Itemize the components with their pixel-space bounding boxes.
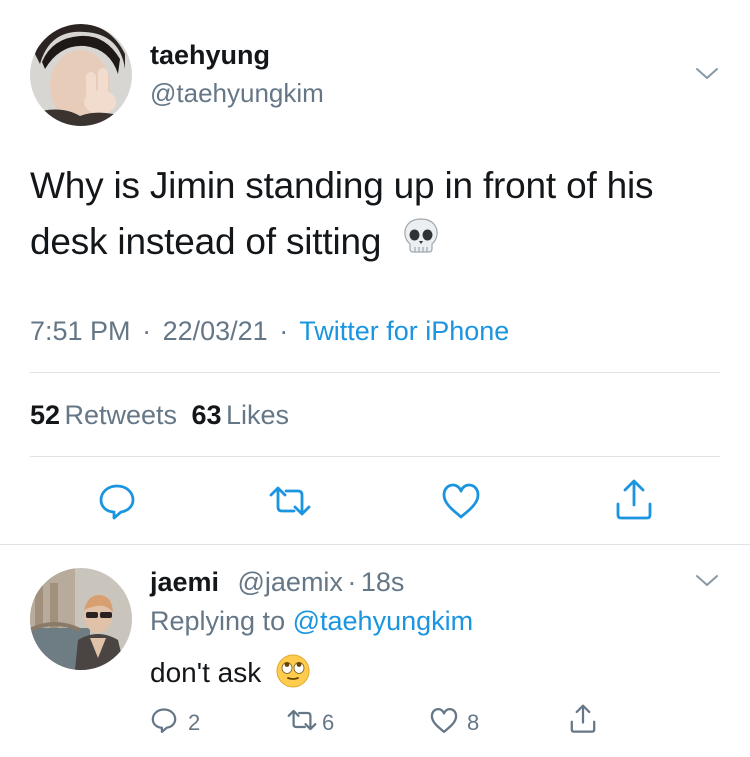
like-icon[interactable] xyxy=(441,482,481,520)
likes-stat[interactable]: 63 Likes xyxy=(192,400,290,430)
tweet-meta: 7:51 PM · 22/03/21 · Twitter for iPhone xyxy=(30,316,509,347)
tweet-text-line2: desk instead of sitting xyxy=(30,214,441,272)
author-name[interactable]: taehyung xyxy=(150,40,270,71)
tweet-menu-chevron-icon[interactable] xyxy=(695,67,719,86)
author-avatar[interactable] xyxy=(30,24,132,126)
share-icon[interactable] xyxy=(569,703,597,740)
divider xyxy=(30,456,720,457)
tweet-text-line1: Why is Jimin standing up in front of his xyxy=(30,165,654,206)
likes-count: 63 xyxy=(191,400,222,430)
retweet-icon xyxy=(286,706,318,739)
reply-menu-chevron-icon[interactable] xyxy=(695,574,719,593)
tweet-stats: 52 Retweets 63 Likes xyxy=(30,400,289,431)
reply-text-content: don't ask xyxy=(150,656,262,688)
reply-icon[interactable] xyxy=(97,481,137,521)
reply-like-action[interactable]: 8 xyxy=(429,707,479,739)
retweet-count: 6 xyxy=(322,709,335,735)
retweets-stat[interactable]: 52 Retweets xyxy=(30,400,182,430)
reply-header: jaemi @jaemix · 18s xyxy=(150,567,404,598)
replying-to-handle-link[interactable]: @taehyungkim xyxy=(293,606,474,636)
reply-reply-action[interactable]: 2 xyxy=(150,706,200,739)
reply-author-avatar[interactable] xyxy=(30,568,132,670)
likes-label: Likes xyxy=(226,400,290,430)
reply-icon xyxy=(150,706,178,739)
replying-prefix: Replying to xyxy=(150,606,286,636)
tweet-date: 22/03/21 xyxy=(162,316,268,346)
reply-text: don't ask xyxy=(150,653,311,696)
meta-separator: · xyxy=(279,316,289,346)
eye-roll-emoji-icon xyxy=(275,653,311,696)
meta-separator: · xyxy=(142,316,152,346)
share-icon[interactable] xyxy=(614,478,654,522)
retweet-icon[interactable] xyxy=(268,481,312,521)
tweet-time: 7:51 PM xyxy=(30,316,131,346)
retweets-count: 52 xyxy=(30,400,61,430)
retweets-label: Retweets xyxy=(64,400,178,430)
tweet-source-link[interactable]: Twitter for iPhone xyxy=(299,316,509,346)
divider xyxy=(30,372,720,373)
reply-separator: · xyxy=(347,567,357,597)
reply-author-handle[interactable]: @jaemix xyxy=(238,567,343,597)
reply-author-name[interactable]: jaemi xyxy=(150,567,219,597)
reply-count: 2 xyxy=(188,709,201,735)
reply-time: 18s xyxy=(360,567,405,597)
reply-retweet-action[interactable]: 6 xyxy=(286,706,334,739)
like-icon xyxy=(429,707,459,739)
author-handle[interactable]: @taehyungkim xyxy=(150,78,324,109)
skull-emoji-icon xyxy=(401,216,441,272)
replying-to-line: Replying to @taehyungkim xyxy=(150,606,473,637)
tweet-text-line2-content: desk instead of sitting xyxy=(30,221,382,262)
section-separator xyxy=(0,544,750,545)
like-count: 8 xyxy=(467,710,480,735)
